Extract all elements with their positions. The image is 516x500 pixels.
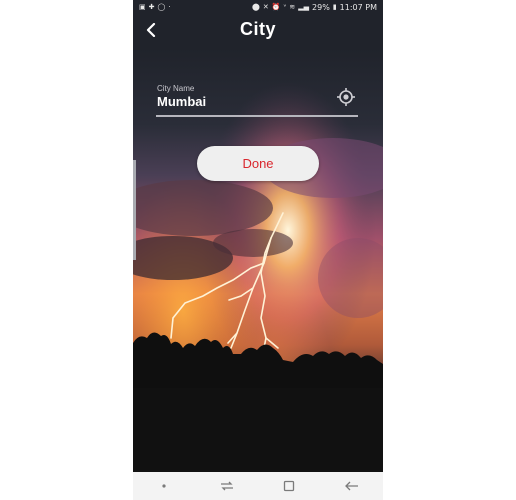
gps-target-icon [337, 88, 355, 106]
alarm-icon: ⏰ [271, 3, 281, 11]
signal-icon: ▂▄ [298, 3, 310, 11]
battery-percent: 29% [312, 2, 330, 12]
mute-icon: ✕ [262, 3, 269, 11]
city-name-field[interactable]: City Name Mumbai [156, 84, 358, 118]
home-button[interactable] [274, 474, 304, 498]
status-left-icons: ▣ ✚ ◯ · [139, 3, 171, 11]
navigation-bar [133, 472, 383, 500]
status-bar: ▣ ✚ ◯ · ⬤ ✕ ⏰ ᵛ ≋ ▂▄ 29% ▮ 11:07 PM [133, 0, 383, 14]
gallery-icon: ▣ [139, 3, 146, 11]
page-title: City [239, 19, 276, 39]
location-icon: ⬤ [252, 3, 260, 11]
clock: 11:07 PM [339, 2, 377, 12]
field-underline [156, 115, 358, 117]
home-icon [284, 480, 295, 492]
wifi-icon: ≋ [289, 3, 296, 11]
nav-dot-button[interactable] [149, 474, 179, 498]
city-name-input[interactable]: Mumbai [157, 94, 206, 109]
volte-icon: ᵛ [283, 3, 287, 11]
whatsapp-icon: ◯ [157, 3, 166, 11]
dot-icon: · [168, 3, 171, 11]
battery-icon: ▮ [332, 3, 337, 11]
plus-app-icon: ✚ [148, 3, 155, 11]
nav-dot-icon [162, 484, 166, 488]
done-button[interactable]: Done [197, 146, 319, 181]
edge-panel-handle[interactable] [133, 160, 136, 260]
system-back-button[interactable] [337, 474, 367, 498]
city-name-label: City Name [157, 84, 195, 93]
locate-button[interactable] [336, 87, 356, 107]
phone-screen: ▣ ✚ ◯ · ⬤ ✕ ⏰ ᵛ ≋ ▂▄ 29% ▮ 11:07 PM City… [133, 0, 383, 500]
back-icon [344, 481, 358, 491]
recent-apps-icon [220, 481, 233, 491]
app-bar: City [133, 14, 383, 48]
recent-apps-button[interactable] [212, 474, 242, 498]
status-right-icons: ⬤ ✕ ⏰ ᵛ ≋ ▂▄ 29% ▮ 11:07 PM [252, 3, 377, 12]
